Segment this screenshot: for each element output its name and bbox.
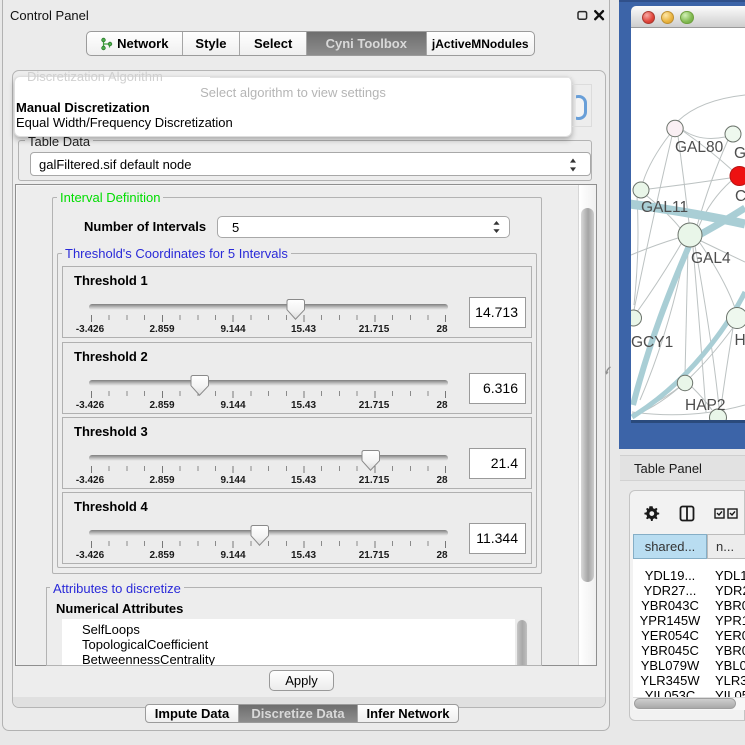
svg-text:H: H xyxy=(735,332,745,349)
svg-text:GCY1: GCY1 xyxy=(631,334,673,351)
svg-text:C: C xyxy=(735,188,745,205)
svg-text:GAL80: GAL80 xyxy=(675,139,724,156)
svg-text:GAL11: GAL11 xyxy=(641,199,688,216)
svg-text:GAL4: GAL4 xyxy=(691,250,731,267)
svg-text:G.: G. xyxy=(734,145,745,162)
svg-text:HAP2: HAP2 xyxy=(685,397,726,414)
